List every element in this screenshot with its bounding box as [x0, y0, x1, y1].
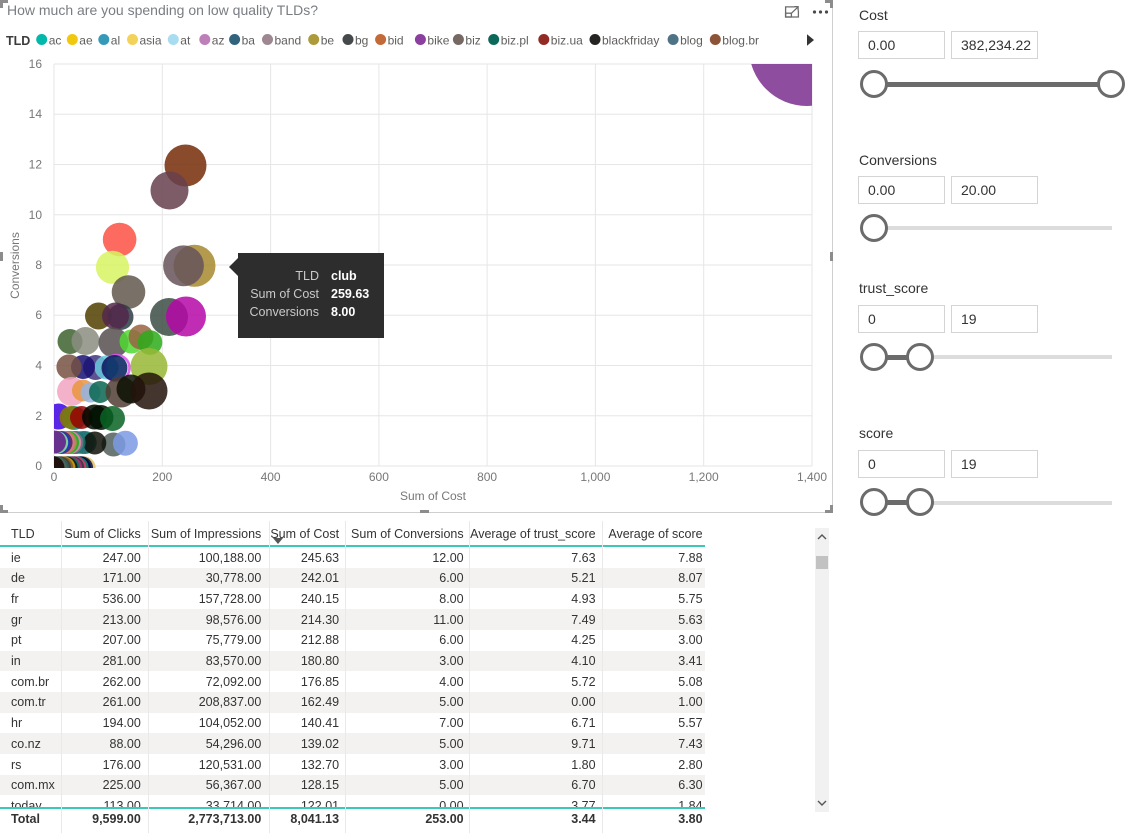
svg-text:bike: bike [427, 34, 449, 48]
svg-text:16: 16 [29, 57, 43, 71]
svg-text:14: 14 [29, 107, 43, 121]
svg-text:Conversions: Conversions [8, 232, 22, 299]
svg-text:band: band [275, 34, 302, 48]
svg-text:blackfriday: blackfriday [602, 34, 659, 48]
svg-text:10: 10 [29, 208, 43, 222]
svg-text:8: 8 [35, 258, 42, 272]
svg-text:400: 400 [261, 470, 281, 484]
svg-text:200: 200 [152, 470, 172, 484]
svg-text:2: 2 [35, 409, 42, 423]
svg-text:Sum of Cost: Sum of Cost [400, 489, 467, 503]
svg-text:1,400: 1,400 [797, 470, 827, 484]
svg-text:al: al [111, 34, 120, 48]
svg-text:4: 4 [35, 359, 42, 373]
svg-text:600: 600 [369, 470, 389, 484]
svg-text:biz: biz [465, 34, 480, 48]
svg-text:biz.ua: biz.ua [551, 34, 583, 48]
svg-text:biz.pl: biz.pl [501, 34, 529, 48]
svg-text:bid: bid [388, 34, 404, 48]
svg-text:ac: ac [49, 34, 62, 48]
svg-text:bg: bg [355, 34, 368, 48]
svg-text:ba: ba [242, 34, 256, 48]
svg-text:0: 0 [35, 459, 42, 473]
svg-text:at: at [180, 34, 191, 48]
svg-text:az: az [212, 34, 225, 48]
svg-text:be: be [321, 34, 335, 48]
svg-text:blog.br: blog.br [722, 34, 759, 48]
svg-text:1,200: 1,200 [689, 470, 719, 484]
svg-text:TLD: TLD [6, 34, 30, 48]
svg-text:0: 0 [51, 470, 58, 484]
svg-text:blog: blog [680, 34, 703, 48]
svg-text:6: 6 [35, 308, 42, 322]
svg-text:asia: asia [140, 34, 162, 48]
svg-text:1,000: 1,000 [580, 470, 610, 484]
svg-text:ae: ae [79, 34, 93, 48]
svg-text:12: 12 [29, 158, 43, 172]
svg-text:800: 800 [477, 470, 497, 484]
